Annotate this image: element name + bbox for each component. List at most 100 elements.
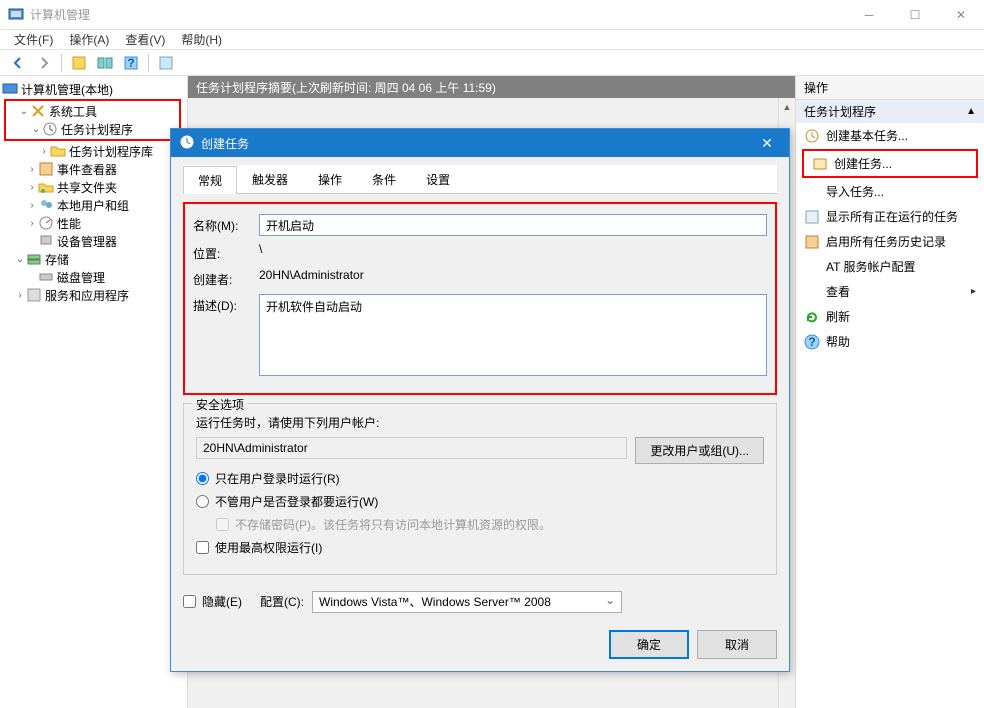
action-create-task[interactable]: 创建任务... (804, 151, 976, 176)
tree-task-lib[interactable]: › 任务计划程序库 (2, 142, 185, 160)
expand-icon[interactable]: › (14, 290, 26, 301)
tab-conditions[interactable]: 条件 (357, 165, 411, 193)
ok-button[interactable]: 确定 (609, 630, 689, 659)
tool-icon-3[interactable] (154, 52, 178, 74)
action-enable-history[interactable]: 启用所有任务历史记录 (796, 229, 984, 254)
users-icon (38, 197, 54, 213)
menu-action[interactable]: 操作(A) (63, 29, 115, 50)
toolbar-separator (148, 54, 149, 72)
dialog-icon (179, 134, 195, 153)
collapse-icon[interactable]: ▲ (966, 106, 976, 117)
back-button[interactable] (6, 52, 30, 74)
expand-icon[interactable]: ⌄ (30, 124, 42, 135)
services-icon (26, 287, 42, 303)
tree-disk-mgmt[interactable]: 磁盘管理 (2, 268, 185, 286)
tool-icon-1[interactable] (67, 52, 91, 74)
tree-sys-tools[interactable]: ⌄ 系统工具 (6, 102, 179, 120)
dialog-title-bar[interactable]: 创建任务 ✕ (171, 129, 789, 157)
close-button[interactable]: ✕ (938, 0, 984, 30)
highest-priv[interactable]: 使用最高权限运行(I) (196, 539, 764, 556)
check-label: 不存储密码(P)。该任务将只有访问本地计算机资源的权限。 (235, 516, 551, 533)
radio-any-user[interactable]: 不管用户是否登录都要运行(W) (196, 493, 764, 510)
action-label: 导入任务... (826, 183, 884, 200)
tree-storage[interactable]: ⌄ 存储 (2, 250, 185, 268)
radio-any-input[interactable] (196, 495, 209, 508)
no-store-pw-checkbox (216, 518, 229, 531)
hidden-checkbox[interactable] (183, 595, 196, 608)
action-create-basic[interactable]: 创建基本任务... (796, 123, 984, 148)
svg-text:?: ? (127, 56, 134, 70)
action-import[interactable]: 导入任务... (796, 179, 984, 204)
task-basic-icon (804, 128, 820, 144)
expand-icon[interactable]: › (26, 182, 38, 193)
expand-icon[interactable]: ⌄ (14, 254, 26, 265)
tree-label: 性能 (57, 215, 81, 232)
expand-icon[interactable]: › (26, 164, 38, 175)
help-icon[interactable]: ? (119, 52, 143, 74)
name-input[interactable] (259, 214, 767, 236)
config-label: 配置(C): (260, 593, 304, 610)
event-icon (38, 161, 54, 177)
desc-label: 描述(D): (193, 294, 259, 314)
menu-view[interactable]: 查看(V) (119, 29, 171, 50)
tab-settings[interactable]: 设置 (411, 165, 465, 193)
action-refresh[interactable]: 刷新 (796, 304, 984, 329)
tree-local-users[interactable]: › 本地用户和组 (2, 196, 185, 214)
radio-logged-on[interactable]: 只在用户登录时运行(R) (196, 470, 764, 487)
toolbar-separator (61, 54, 62, 72)
expand-icon[interactable]: › (26, 218, 38, 229)
action-label: 帮助 (826, 333, 850, 350)
tree-event-viewer[interactable]: › 事件查看器 (2, 160, 185, 178)
maximize-button[interactable]: ☐ (892, 0, 938, 30)
tree-task-scheduler[interactable]: ⌄ 任务计划程序 (6, 120, 179, 138)
menu-bar: 文件(F) 操作(A) 查看(V) 帮助(H) (0, 30, 984, 50)
action-at-config[interactable]: AT 服务帐户配置 (796, 254, 984, 279)
radio-label: 只在用户登录时运行(R) (215, 470, 340, 487)
window-controls: ─ ☐ ✕ (846, 0, 984, 30)
action-label: 创建基本任务... (826, 127, 908, 144)
tree-label: 计算机管理(本地) (21, 81, 113, 98)
minimize-button[interactable]: ─ (846, 0, 892, 30)
check-label: 使用最高权限运行(I) (215, 539, 322, 556)
tree-device-mgr[interactable]: 设备管理器 (2, 232, 185, 250)
author-label: 创建者: (193, 268, 259, 288)
desc-textarea[interactable] (259, 294, 767, 376)
config-value: Windows Vista™、Windows Server™ 2008 (319, 593, 551, 610)
action-label: 查看 (826, 283, 850, 300)
computer-icon (2, 81, 18, 97)
action-label: AT 服务帐户配置 (826, 258, 916, 275)
refresh-icon (804, 309, 820, 325)
tree-label: 任务计划程序 (61, 121, 133, 138)
action-help[interactable]: ? 帮助 (796, 329, 984, 354)
share-icon (38, 179, 54, 195)
tree-services-apps[interactable]: › 服务和应用程序 (2, 286, 185, 304)
device-icon (38, 233, 54, 249)
radio-logged-on-input[interactable] (196, 472, 209, 485)
action-show-running[interactable]: 显示所有正在运行的任务 (796, 204, 984, 229)
change-user-button[interactable]: 更改用户或组(U)... (635, 437, 764, 464)
app-icon (8, 7, 24, 23)
tree-shared-folders[interactable]: › 共享文件夹 (2, 178, 185, 196)
hidden-check[interactable]: 隐藏(E) (183, 593, 242, 610)
tab-actions[interactable]: 操作 (303, 165, 357, 193)
highest-priv-checkbox[interactable] (196, 541, 209, 554)
dialog-tabs: 常规 触发器 操作 条件 设置 (183, 165, 777, 194)
expand-icon[interactable]: › (26, 200, 38, 211)
config-select[interactable]: Windows Vista™、Windows Server™ 2008 (312, 591, 622, 613)
dialog-title: 创建任务 (201, 135, 753, 152)
cancel-button[interactable]: 取消 (697, 630, 777, 659)
tab-triggers[interactable]: 触发器 (237, 165, 303, 193)
action-view[interactable]: 查看 (796, 279, 984, 304)
expand-icon[interactable]: ⌄ (18, 106, 30, 117)
forward-button[interactable] (32, 52, 56, 74)
tool-icon-2[interactable] (93, 52, 117, 74)
menu-help[interactable]: 帮助(H) (175, 29, 228, 50)
tree-root[interactable]: 计算机管理(本地) (2, 80, 185, 98)
scroll-up-icon[interactable]: ▲ (779, 98, 795, 115)
dialog-close-button[interactable]: ✕ (753, 135, 781, 152)
run-as-label: 运行任务时，请使用下列用户帐户: (196, 414, 764, 431)
expand-icon[interactable]: › (38, 146, 50, 157)
menu-file[interactable]: 文件(F) (8, 29, 59, 50)
tree-performance[interactable]: › 性能 (2, 214, 185, 232)
tab-general[interactable]: 常规 (183, 166, 237, 194)
